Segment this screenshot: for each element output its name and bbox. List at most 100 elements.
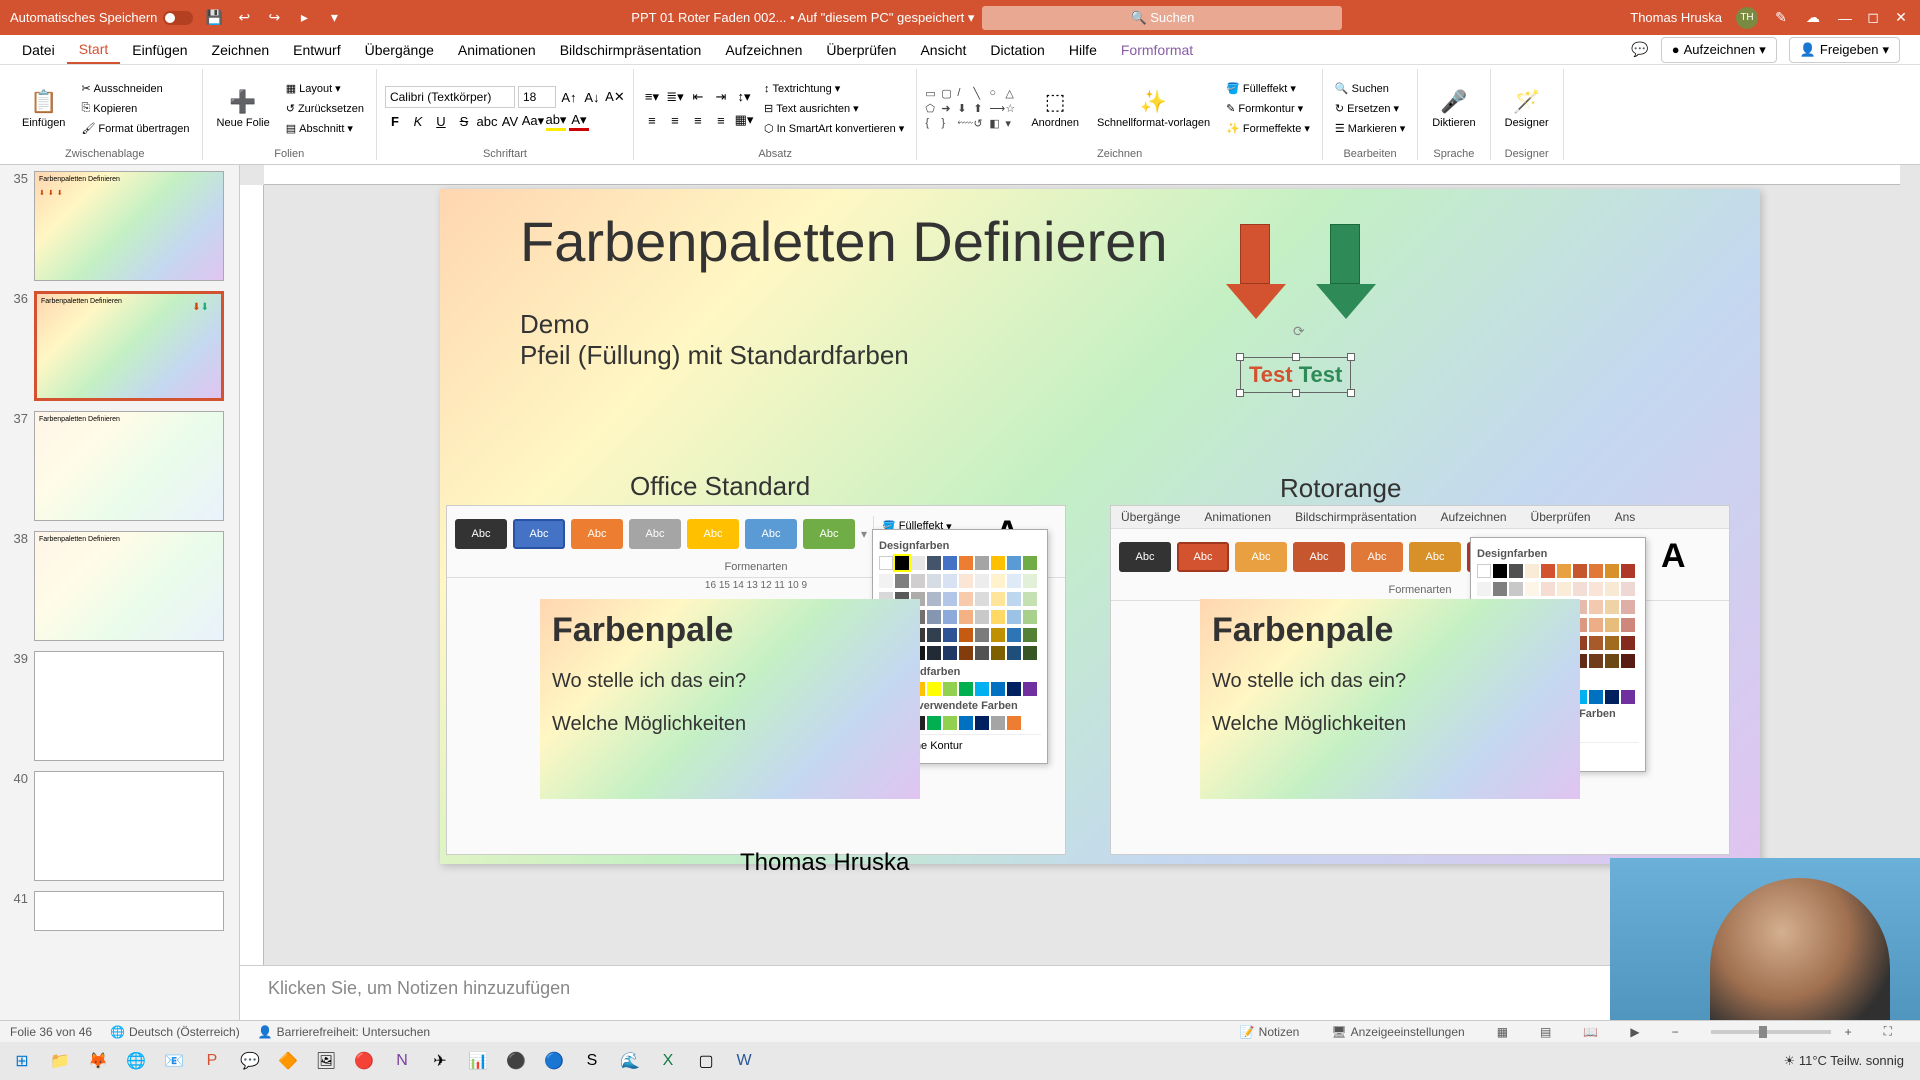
taskbar-vlc-icon[interactable]: 🔶 xyxy=(272,1046,304,1076)
taskbar-app6-icon[interactable]: ▢ xyxy=(690,1046,722,1076)
quickstyles-button[interactable]: ✨Schnellformat-vorlagen xyxy=(1091,85,1216,133)
taskbar-app1-icon[interactable]: 💬 xyxy=(234,1046,266,1076)
redo-icon[interactable]: ↪ xyxy=(265,9,283,27)
qat-more-icon[interactable]: ▾ xyxy=(325,9,343,27)
text-align-button[interactable]: ⊟ Text ausrichten ▾ xyxy=(760,100,908,117)
designer-button[interactable]: 🪄Designer xyxy=(1499,85,1555,133)
thumbnail-35[interactable]: 35 Farbenpaletten Definieren⬇⬇⬇ xyxy=(4,171,235,281)
slide[interactable]: Farbenpaletten Definieren Demo Pfeil (Fü… xyxy=(440,189,1760,864)
case-button[interactable]: Aa▾ xyxy=(523,111,543,131)
language-status[interactable]: 🌐 Deutsch (Österreich) xyxy=(110,1025,240,1039)
new-slide-button[interactable]: ➕Neue Folie xyxy=(211,85,276,133)
thumbnail-36[interactable]: 36 Farbenpaletten Definieren⬇⬇ xyxy=(4,291,235,401)
underline-button[interactable]: U xyxy=(431,111,451,131)
copy-button[interactable]: ⎘ Kopieren xyxy=(77,100,193,117)
tab-shapeformat[interactable]: Formformat xyxy=(1109,37,1205,63)
thumbnail-37[interactable]: 37 Farbenpaletten Definieren xyxy=(4,411,235,521)
tab-record[interactable]: Aufzeichnen xyxy=(713,37,814,63)
cut-button[interactable]: ✂ Ausschneiden xyxy=(77,80,193,97)
tab-dictation[interactable]: Dictation xyxy=(978,37,1056,63)
numbering-button[interactable]: ≣▾ xyxy=(665,87,685,107)
taskbar-skype-icon[interactable]: S xyxy=(576,1046,608,1076)
highlight-button[interactable]: ab▾ xyxy=(546,111,566,131)
tab-design[interactable]: Entwurf xyxy=(281,37,352,63)
tab-review[interactable]: Überprüfen xyxy=(814,37,908,63)
avatar[interactable]: TH xyxy=(1736,7,1758,29)
search-input[interactable]: 🔍 Suchen xyxy=(982,6,1342,30)
clear-format-icon[interactable]: A✕ xyxy=(605,87,625,107)
zoom-in-icon[interactable]: + xyxy=(1845,1025,1852,1039)
columns-button[interactable]: ▦▾ xyxy=(734,110,754,130)
italic-button[interactable]: K xyxy=(408,111,428,131)
taskbar-edge-icon[interactable]: 🌊 xyxy=(614,1046,646,1076)
selected-textbox[interactable]: Test Test xyxy=(1240,357,1351,393)
shape-gallery[interactable]: ▭▢/╲○△ ⬠➜⬇⬆⟶☆ {}⬳↺◧▾ xyxy=(925,87,1019,130)
thumbnail-panel[interactable]: 35 Farbenpaletten Definieren⬇⬇⬇ 36 Farbe… xyxy=(0,165,240,1020)
shape-fill-button[interactable]: 🪣 Fülleffekt ▾ xyxy=(1222,80,1314,97)
accessibility-status[interactable]: 👤 Barrierefreiheit: Untersuchen xyxy=(258,1025,430,1039)
format-painter-button[interactable]: 🖌 Format übertragen xyxy=(77,120,193,137)
shrink-font-icon[interactable]: A↓ xyxy=(582,87,602,107)
smartart-button[interactable]: ⬡ In SmartArt konvertieren ▾ xyxy=(760,120,908,137)
cloud-icon[interactable]: ☁ xyxy=(1804,9,1822,27)
section-button[interactable]: ▤ Abschnitt ▾ xyxy=(282,120,368,137)
indent-button[interactable]: ⇥ xyxy=(711,87,731,107)
shape-outline-button[interactable]: ✎ Formkontur ▾ xyxy=(1222,100,1314,117)
view-normal-icon[interactable]: ▦ xyxy=(1497,1025,1508,1039)
reset-button[interactable]: ↺ Zurücksetzen xyxy=(282,100,368,117)
paste-button[interactable]: 📋Einfügen xyxy=(16,85,71,133)
bullets-button[interactable]: ≡▾ xyxy=(642,87,662,107)
maximize-icon[interactable]: ◻ xyxy=(1864,9,1882,27)
shape-effects-button[interactable]: ✨ Formeffekte ▾ xyxy=(1222,120,1314,137)
tab-insert[interactable]: Einfügen xyxy=(120,37,199,63)
taskbar-app4-icon[interactable]: 📊 xyxy=(462,1046,494,1076)
notes-button[interactable]: 📝 Notizen xyxy=(1240,1025,1300,1039)
taskbar-excel-icon[interactable]: X xyxy=(652,1046,684,1076)
thumbnail-40[interactable]: 40 xyxy=(4,771,235,881)
strike-button[interactable]: S xyxy=(454,111,474,131)
sync-icon[interactable]: ✎ xyxy=(1772,9,1790,27)
autosave-toggle[interactable]: Automatisches Speichern xyxy=(10,10,193,25)
taskbar-app3-icon[interactable]: 🔴 xyxy=(348,1046,380,1076)
align-right-button[interactable]: ≡ xyxy=(688,110,708,130)
weather-widget[interactable]: ☀ 11°C Teilw. sonnig xyxy=(1784,1053,1904,1069)
record-button[interactable]: ● Aufzeichnen ▾ xyxy=(1661,37,1777,63)
view-sorter-icon[interactable]: ▤ xyxy=(1540,1025,1551,1039)
text-direction-button[interactable]: ↕ Textrichtung ▾ xyxy=(760,80,908,97)
slide-counter[interactable]: Folie 36 von 46 xyxy=(10,1025,92,1039)
linespacing-button[interactable]: ↕▾ xyxy=(734,87,754,107)
tab-slideshow[interactable]: Bildschirmpräsentation xyxy=(548,37,714,63)
align-left-button[interactable]: ≡ xyxy=(642,110,662,130)
font-color-button[interactable]: A▾ xyxy=(569,111,589,131)
taskbar-outlook-icon[interactable]: 📧 xyxy=(158,1046,190,1076)
username[interactable]: Thomas Hruska xyxy=(1630,10,1722,25)
minimize-icon[interactable]: — xyxy=(1836,9,1854,27)
slide-body[interactable]: Demo Pfeil (Füllung) mit Standardfarben xyxy=(520,309,909,371)
dictate-button[interactable]: 🎤Diktieren xyxy=(1426,85,1481,133)
taskbar-powerpoint-icon[interactable]: P xyxy=(196,1046,228,1076)
taskbar-obs-icon[interactable]: ⚫ xyxy=(500,1046,532,1076)
font-select[interactable] xyxy=(385,86,515,108)
comments-icon[interactable]: 💬 xyxy=(1631,41,1649,59)
fit-window-icon[interactable]: ⛶ xyxy=(1884,1024,1892,1039)
replace-button[interactable]: ↻ Ersetzen ▾ xyxy=(1331,100,1409,117)
spacing-button[interactable]: AV xyxy=(500,111,520,131)
close-icon[interactable]: ✕ xyxy=(1892,9,1910,27)
shadow-button[interactable]: abc xyxy=(477,111,497,131)
outdent-button[interactable]: ⇤ xyxy=(688,87,708,107)
tab-help[interactable]: Hilfe xyxy=(1057,37,1109,63)
zoom-out-icon[interactable]: − xyxy=(1672,1025,1679,1039)
taskbar-chrome-icon[interactable]: 🌐 xyxy=(120,1046,152,1076)
zoom-slider[interactable] xyxy=(1711,1030,1831,1034)
arrange-button[interactable]: ⬚Anordnen xyxy=(1025,85,1085,133)
undo-icon[interactable]: ↩ xyxy=(235,9,253,27)
taskbar-telegram-icon[interactable]: ✈ xyxy=(424,1046,456,1076)
tab-draw[interactable]: Zeichnen xyxy=(200,37,282,63)
align-center-button[interactable]: ≡ xyxy=(665,110,685,130)
slide-title[interactable]: Farbenpaletten Definieren xyxy=(520,209,1168,274)
arrow-shape-green[interactable] xyxy=(1330,224,1376,319)
taskbar-app5-icon[interactable]: 🔵 xyxy=(538,1046,570,1076)
thumbnail-38[interactable]: 38 Farbenpaletten Definieren xyxy=(4,531,235,641)
taskbar-word-icon[interactable]: W xyxy=(728,1046,760,1076)
taskbar-onenote-icon[interactable]: N xyxy=(386,1046,418,1076)
